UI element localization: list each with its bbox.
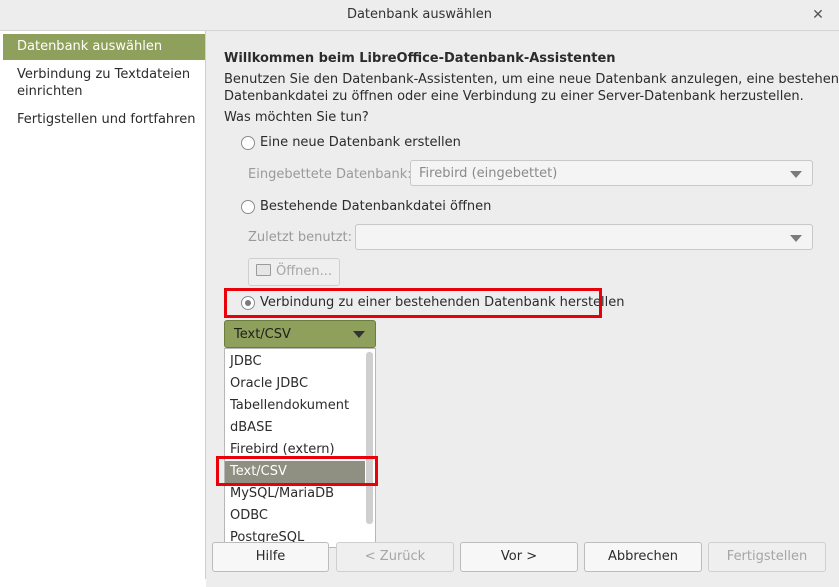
back-button[interactable]: < Zurück [336, 542, 454, 572]
wizard-steps-sidebar: Datenbank auswählen Verbindung zu Textda… [3, 31, 206, 579]
list-scrollbar[interactable] [366, 352, 373, 524]
list-item[interactable]: JDBC [225, 351, 365, 373]
list-item-selected[interactable]: Text/CSV [225, 461, 365, 483]
embedded-database-select[interactable]: Firebird (eingebettet) [410, 160, 813, 186]
close-icon[interactable]: ✕ [809, 6, 827, 24]
page-heading: Willkommen beim LibreOffice-Datenbank-As… [224, 51, 616, 66]
cancel-button[interactable]: Abbrechen [584, 542, 702, 572]
sidebar-item-select-database[interactable]: Datenbank auswählen [3, 34, 205, 60]
connection-type-list: JDBC Oracle JDBC Tabellendokument dBASE … [224, 348, 376, 548]
help-button[interactable]: Hilfe [212, 542, 329, 572]
connection-type-select[interactable]: Text/CSV [224, 320, 376, 348]
radio-connect-database-label: Verbindung zu einer bestehenden Datenban… [260, 295, 625, 310]
list-item[interactable]: Firebird (extern) [225, 439, 365, 461]
finish-button[interactable]: Fertigstellen [708, 542, 826, 572]
recent-label: Zuletzt benutzt: [248, 230, 353, 245]
question-text: Was möchten Sie tun? [224, 110, 369, 125]
folder-icon [255, 264, 271, 276]
radio-open-database-label: Bestehende Datenbankdatei öffnen [260, 199, 492, 214]
intro-text-line-1: Benutzen Sie den Datenbank-Assistenten, … [224, 72, 839, 87]
list-item[interactable]: MySQL/MariaDB [225, 483, 365, 505]
radio-connect-database[interactable] [241, 296, 255, 310]
title-bar: Datenbank auswählen ✕ [0, 0, 839, 31]
radio-new-database[interactable] [241, 136, 255, 150]
sidebar-item-text-connection[interactable]: Verbindung zu Textdateien einrichten [3, 66, 193, 100]
chevron-down-icon [790, 235, 802, 242]
recent-files-select[interactable] [355, 224, 813, 250]
embedded-database-value: Firebird (eingebettet) [419, 166, 558, 181]
list-item[interactable]: Oracle JDBC [225, 373, 365, 395]
list-item[interactable]: ODBC [225, 505, 365, 527]
radio-new-database-label: Eine neue Datenbank erstellen [260, 135, 461, 150]
list-item[interactable]: Tabellendokument [225, 395, 365, 417]
sidebar-item-finish[interactable]: Fertigstellen und fortfahren [3, 111, 205, 128]
list-item[interactable]: dBASE [225, 417, 365, 439]
chevron-down-icon [790, 171, 802, 178]
window-title: Datenbank auswählen [346, 7, 493, 22]
radio-open-database[interactable] [241, 200, 255, 214]
open-file-button[interactable]: Öffnen... [248, 258, 340, 286]
open-file-button-label: Öffnen... [275, 264, 333, 279]
connection-type-value: Text/CSV [234, 327, 291, 342]
next-button[interactable]: Vor > [460, 542, 578, 572]
chevron-down-icon [353, 331, 365, 338]
embedded-database-label: Eingebettete Datenbank: [248, 167, 412, 182]
intro-text-line-2: Datenbankdatei zu öffnen oder eine Verbi… [224, 89, 804, 104]
